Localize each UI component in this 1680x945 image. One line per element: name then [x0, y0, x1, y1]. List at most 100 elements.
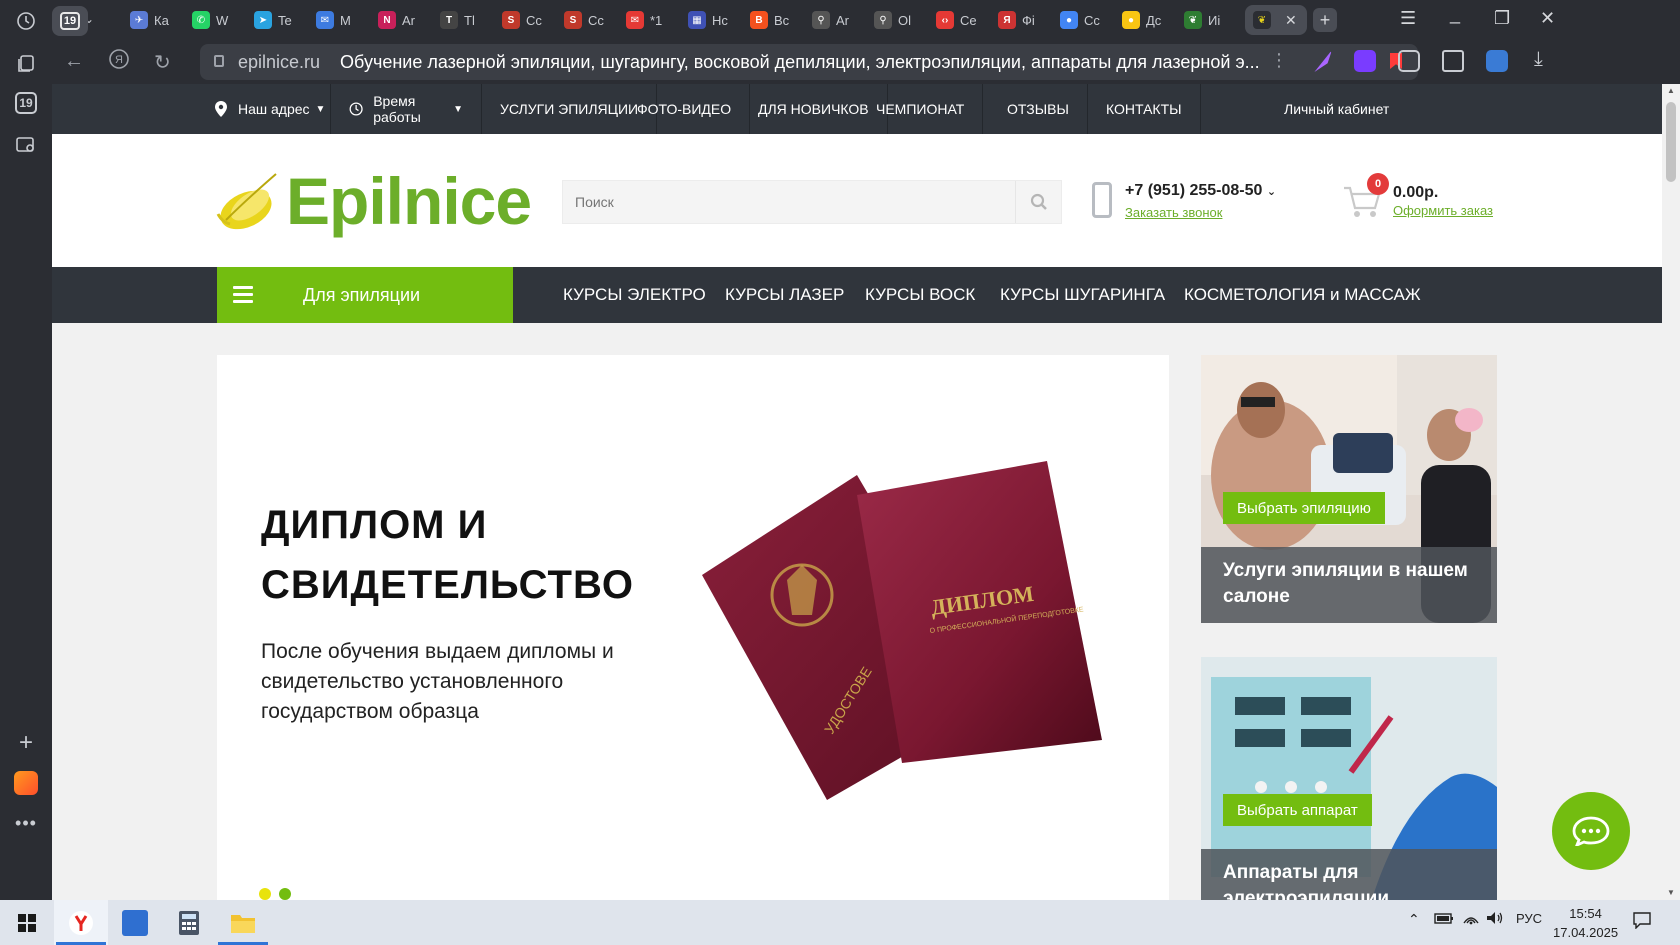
tab-item[interactable]: ✆ W: [184, 5, 228, 35]
tab-label: Се: [960, 12, 977, 28]
slider-dot-1[interactable]: [259, 888, 271, 900]
tab-item[interactable]: ✉ *1: [618, 5, 662, 35]
tab-item[interactable]: ▦ Нс: [680, 5, 728, 35]
add-panel-icon[interactable]: +: [13, 729, 39, 756]
logo[interactable]: Epilnice: [216, 168, 532, 234]
clock[interactable]: 15:54 17.04.2025: [1553, 904, 1618, 942]
tab-favicon-icon: ✉: [626, 11, 644, 29]
more-icon[interactable]: •••: [13, 810, 39, 836]
tab-item[interactable]: ● Дс: [1114, 5, 1161, 35]
tab-item[interactable]: S Сс: [494, 5, 542, 35]
volume-icon[interactable]: [1486, 911, 1504, 928]
address-dropdown[interactable]: Наш адрес ▼: [198, 84, 331, 134]
hours-dropdown[interactable]: Время работы ▼: [331, 84, 482, 134]
cart-count-badge: 0: [1367, 173, 1389, 195]
taskbar-editor[interactable]: [108, 900, 162, 945]
close-window-icon[interactable]: ✕: [1540, 8, 1555, 29]
screenshot-icon[interactable]: [13, 132, 39, 158]
tab-item[interactable]: ‹› Се: [928, 5, 977, 35]
diploma-image: ДИПЛОМ О ПРОФЕССИОНАЛЬНОЙ ПЕРЕПОДГОТОВКЕ…: [702, 461, 1102, 800]
page-scrollbar[interactable]: ▲ ▼: [1662, 84, 1680, 900]
taskbar-calculator[interactable]: [162, 900, 216, 945]
address-bar-row: ← Я ↻ epilnice.ru Обучение лазерной эпил…: [52, 40, 1680, 84]
tab-label: W: [216, 12, 229, 28]
search-box: [562, 180, 1062, 224]
scroll-up-icon[interactable]: ▲: [1667, 86, 1675, 95]
tray-chevron-up-icon[interactable]: ⌃: [1408, 911, 1420, 928]
search-input[interactable]: [563, 181, 1003, 223]
tab-item[interactable]: N Ar: [370, 5, 415, 35]
tab-favicon-icon: ▦: [688, 11, 706, 29]
choose-device-button[interactable]: Выбрать аппарат: [1223, 794, 1372, 826]
tab-active[interactable]: ❦ ✕: [1245, 5, 1307, 35]
topnav-item[interactable]: КОНТАКТЫ: [1088, 84, 1201, 134]
topnav-item[interactable]: ОТЗЫВЫ: [989, 84, 1088, 134]
address-label: Наш адрес: [238, 101, 310, 117]
category-link[interactable]: КУРСЫ ШУГАРИНГА: [1000, 267, 1165, 323]
promo-services[interactable]: Выбрать эпиляцию Услуги эпиляции в нашем…: [1201, 355, 1497, 623]
back-icon[interactable]: ←: [64, 50, 84, 73]
wifi-icon[interactable]: [1462, 911, 1480, 928]
tab-item[interactable]: ➤ Te: [246, 5, 292, 35]
tab-favicon-icon: ⚲: [812, 11, 830, 29]
extensions-icon[interactable]: [1398, 50, 1420, 72]
new-tab-button[interactable]: +: [1313, 8, 1337, 32]
topnav-item[interactable]: ФОТО-ВИДЕО: [619, 84, 751, 134]
tab-label: Ка: [154, 12, 169, 28]
taskbar-yandex-browser[interactable]: [54, 900, 108, 945]
tab-counter-button[interactable]: 19: [52, 6, 88, 36]
tab-item[interactable]: T Tl: [432, 5, 475, 35]
topnav-item[interactable]: ЧЕМПИОНАТ: [858, 84, 984, 134]
callback-link[interactable]: Заказать звонок: [1125, 205, 1222, 220]
logo-leaf-icon: [216, 170, 282, 232]
promo-devices[interactable]: Выбрать аппарат Аппараты для электроэпил…: [1201, 657, 1497, 900]
collections-icon[interactable]: [13, 50, 39, 76]
yandex-icon[interactable]: Я: [108, 48, 130, 76]
slider-dot-2[interactable]: [279, 888, 291, 900]
reload-icon[interactable]: ↻: [154, 50, 171, 75]
tab-item[interactable]: ❦ Иі: [1176, 5, 1220, 35]
account-link[interactable]: Личный кабинет: [1266, 84, 1407, 134]
scroll-down-icon[interactable]: ▼: [1667, 888, 1675, 897]
minimize-icon[interactable]: _: [1450, 4, 1460, 25]
category-link[interactable]: КУРСЫ ВОСК: [865, 267, 975, 323]
checkout-link[interactable]: Оформить заказ: [1393, 203, 1493, 218]
history-icon[interactable]: [13, 8, 39, 34]
chevron-down-icon: ▼: [453, 103, 463, 115]
menu-icon[interactable]: ☰: [1400, 8, 1416, 29]
search-button[interactable]: [1015, 181, 1061, 223]
calendar-icon[interactable]: 19: [15, 92, 37, 114]
reader-icon[interactable]: [1442, 50, 1464, 72]
category-link[interactable]: КУРСЫ ЭЛЕКТРО: [563, 267, 706, 323]
tab-item[interactable]: ⚲ Ar: [804, 5, 849, 35]
tab-item[interactable]: ✈ Ка: [122, 5, 169, 35]
chat-button[interactable]: [1552, 792, 1630, 870]
more-options-icon[interactable]: ⋮: [1270, 50, 1288, 71]
tab-item[interactable]: ⚲ Ol: [866, 5, 911, 35]
taskbar-explorer[interactable]: [216, 900, 270, 945]
battery-icon[interactable]: [1434, 911, 1454, 928]
category-link[interactable]: КУРСЫ ЛАЗЕР: [725, 267, 844, 323]
tab-item[interactable]: B Вс: [742, 5, 789, 35]
translator-icon[interactable]: [1486, 50, 1508, 72]
choose-epilation-button[interactable]: Выбрать эпиляцию: [1223, 492, 1385, 524]
language-indicator[interactable]: РУС: [1516, 911, 1542, 926]
phone-number[interactable]: +7 (951) 255-08-50 ⌄: [1125, 182, 1276, 200]
extension-chat-icon[interactable]: [1354, 50, 1376, 72]
close-tab-icon[interactable]: ✕: [1285, 12, 1297, 29]
start-button[interactable]: [0, 900, 54, 945]
tab-item[interactable]: ✉ М: [308, 5, 351, 35]
tab-favicon-icon: ●: [1122, 11, 1140, 29]
restore-icon[interactable]: ❐: [1494, 8, 1510, 29]
catalog-button[interactable]: Для эпиляции: [217, 267, 513, 323]
tab-item[interactable]: ● Сс: [1052, 5, 1100, 35]
scroll-thumb[interactable]: [1666, 102, 1676, 182]
address-bar[interactable]: epilnice.ru Обучение лазерной эпиляции, …: [200, 44, 1418, 80]
category-link[interactable]: КОСМЕТОЛОГИЯ и МАССАЖ: [1184, 267, 1421, 323]
download-icon[interactable]: ⤓: [1534, 48, 1543, 71]
mail-app-icon[interactable]: [14, 771, 38, 795]
tab-item[interactable]: Я Фі: [990, 5, 1035, 35]
tab-favicon-icon: S: [564, 11, 582, 29]
notifications-icon[interactable]: [1632, 911, 1652, 932]
tab-item[interactable]: S Сс: [556, 5, 604, 35]
